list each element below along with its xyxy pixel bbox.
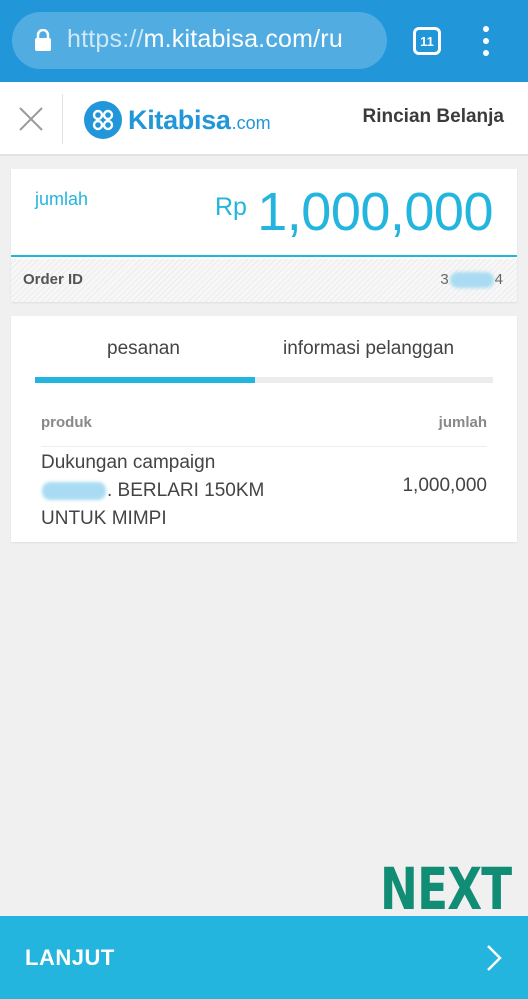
- url-host: m.kitabisa.com/ru: [143, 25, 343, 53]
- brand-suffix: .com: [231, 112, 271, 133]
- product-amount: 1,000,000: [402, 475, 487, 496]
- menu-dot: [483, 26, 489, 32]
- product-line: . BERLARI 150KM: [41, 477, 301, 505]
- product-line: Dukungan campaign: [41, 452, 216, 473]
- lanjut-label: LANJUT: [25, 945, 115, 970]
- kitabisa-logo: Kitabisa .com: [84, 101, 271, 139]
- order-detail-card: pesanan informasi pelanggan produk jumla…: [11, 316, 517, 542]
- redacted-text: [449, 272, 494, 289]
- close-icon[interactable]: [18, 106, 44, 132]
- order-id-label: Order ID: [23, 271, 84, 288]
- next-overlay-text: NEXT: [380, 855, 512, 923]
- order-id-row: Order ID 34: [11, 259, 517, 302]
- browser-toolbar: https://m.kitabisa.com/ru 11: [0, 0, 528, 82]
- tab-pesanan[interactable]: pesanan: [107, 338, 180, 360]
- page-title: Rincian Belanja: [362, 106, 505, 127]
- lanjut-button[interactable]: LANJUT: [0, 916, 528, 999]
- lock-icon: [35, 29, 51, 51]
- column-header-produk: produk: [41, 414, 92, 431]
- row-divider: [41, 446, 487, 447]
- address-bar[interactable]: https://m.kitabisa.com/ru: [12, 12, 387, 69]
- amount-label: jumlah: [35, 189, 89, 209]
- currency-label: Rp: [215, 193, 247, 221]
- product-line: UNTUK MIMPI: [41, 508, 167, 529]
- tab-informasi-pelanggan[interactable]: informasi pelanggan: [283, 338, 454, 360]
- order-id-prefix: 3: [440, 271, 449, 288]
- url-scheme: https://: [67, 25, 144, 53]
- header-divider: [62, 94, 63, 144]
- tab-count: 11: [420, 33, 434, 49]
- menu-dot: [483, 38, 489, 44]
- amount-summary: jumlah Rp 1,000,000: [11, 169, 517, 257]
- active-tab-indicator: [35, 377, 255, 383]
- app-header: Kitabisa .com Rincian Belanja: [0, 82, 528, 156]
- product-line-text: . BERLARI 150KM: [107, 480, 265, 501]
- column-header-jumlah: jumlah: [438, 414, 487, 431]
- chevron-right-icon: [487, 945, 502, 971]
- order-id-suffix: 4: [494, 271, 503, 288]
- brand-name: Kitabisa: [128, 104, 231, 135]
- redacted-text: [42, 481, 106, 500]
- tabs-icon[interactable]: 11: [413, 27, 441, 55]
- more-vert-icon[interactable]: [476, 24, 496, 58]
- menu-dot: [483, 50, 489, 56]
- amount-card: jumlah Rp 1,000,000 Order ID 34: [11, 169, 517, 302]
- total-amount: 1,000,000: [257, 182, 493, 242]
- kitabisa-logo-icon: [84, 101, 122, 139]
- product-name: Dukungan campaign . BERLARI 150KM UNTUK …: [41, 449, 301, 533]
- url-text: https://m.kitabisa.com/ru: [67, 25, 343, 54]
- order-id-value: 34: [440, 271, 503, 289]
